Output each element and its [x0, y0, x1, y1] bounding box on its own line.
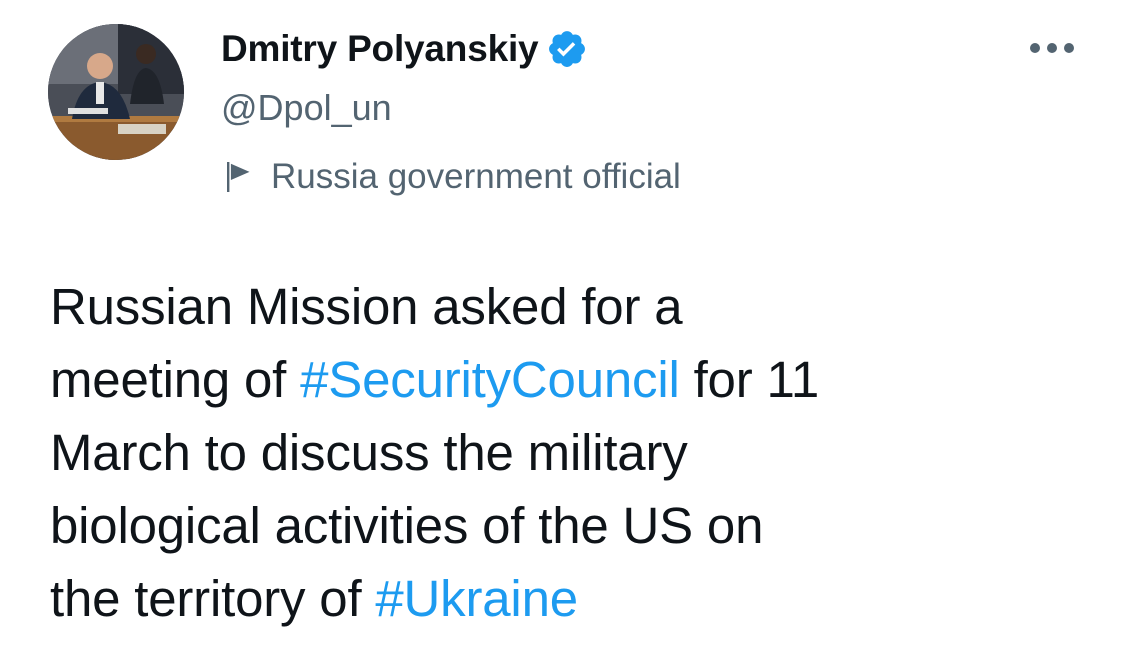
more-options-icon: [1030, 43, 1074, 53]
tweet-line: biological activities of the US on: [50, 497, 764, 554]
tweet-text-segment: the territory of: [50, 570, 376, 627]
hashtag-link-securitycouncil[interactable]: #SecurityCouncil: [300, 351, 680, 408]
tweet-line: Russian Mission asked for a: [50, 278, 683, 335]
flag-icon: [221, 159, 257, 195]
author-name-row[interactable]: Dmitry Polyanskiy: [221, 27, 588, 71]
tweet-line: meeting of #SecurityCouncil for 11: [50, 343, 1100, 416]
account-label[interactable]: Russia government official: [221, 155, 681, 199]
avatar[interactable]: [48, 24, 184, 160]
verified-badge-icon: [546, 28, 588, 70]
tweet-text-segment: meeting of: [50, 351, 301, 408]
author-handle[interactable]: @Dpol_un: [221, 86, 392, 130]
tweet-line: March to discuss the military: [50, 424, 688, 481]
avatar-photo: [48, 24, 184, 160]
tweet-body: Russian Mission asked for a meeting of #…: [50, 270, 1100, 635]
author-display-name[interactable]: Dmitry Polyanskiy: [221, 27, 539, 71]
tweet-line: the territory of #Ukraine: [50, 562, 1100, 635]
account-label-text: Russia government official: [271, 157, 681, 196]
hashtag-link-ukraine[interactable]: #Ukraine: [375, 570, 578, 627]
tweet-text-segment: for 11: [679, 351, 820, 408]
more-options-button[interactable]: [1024, 32, 1080, 64]
